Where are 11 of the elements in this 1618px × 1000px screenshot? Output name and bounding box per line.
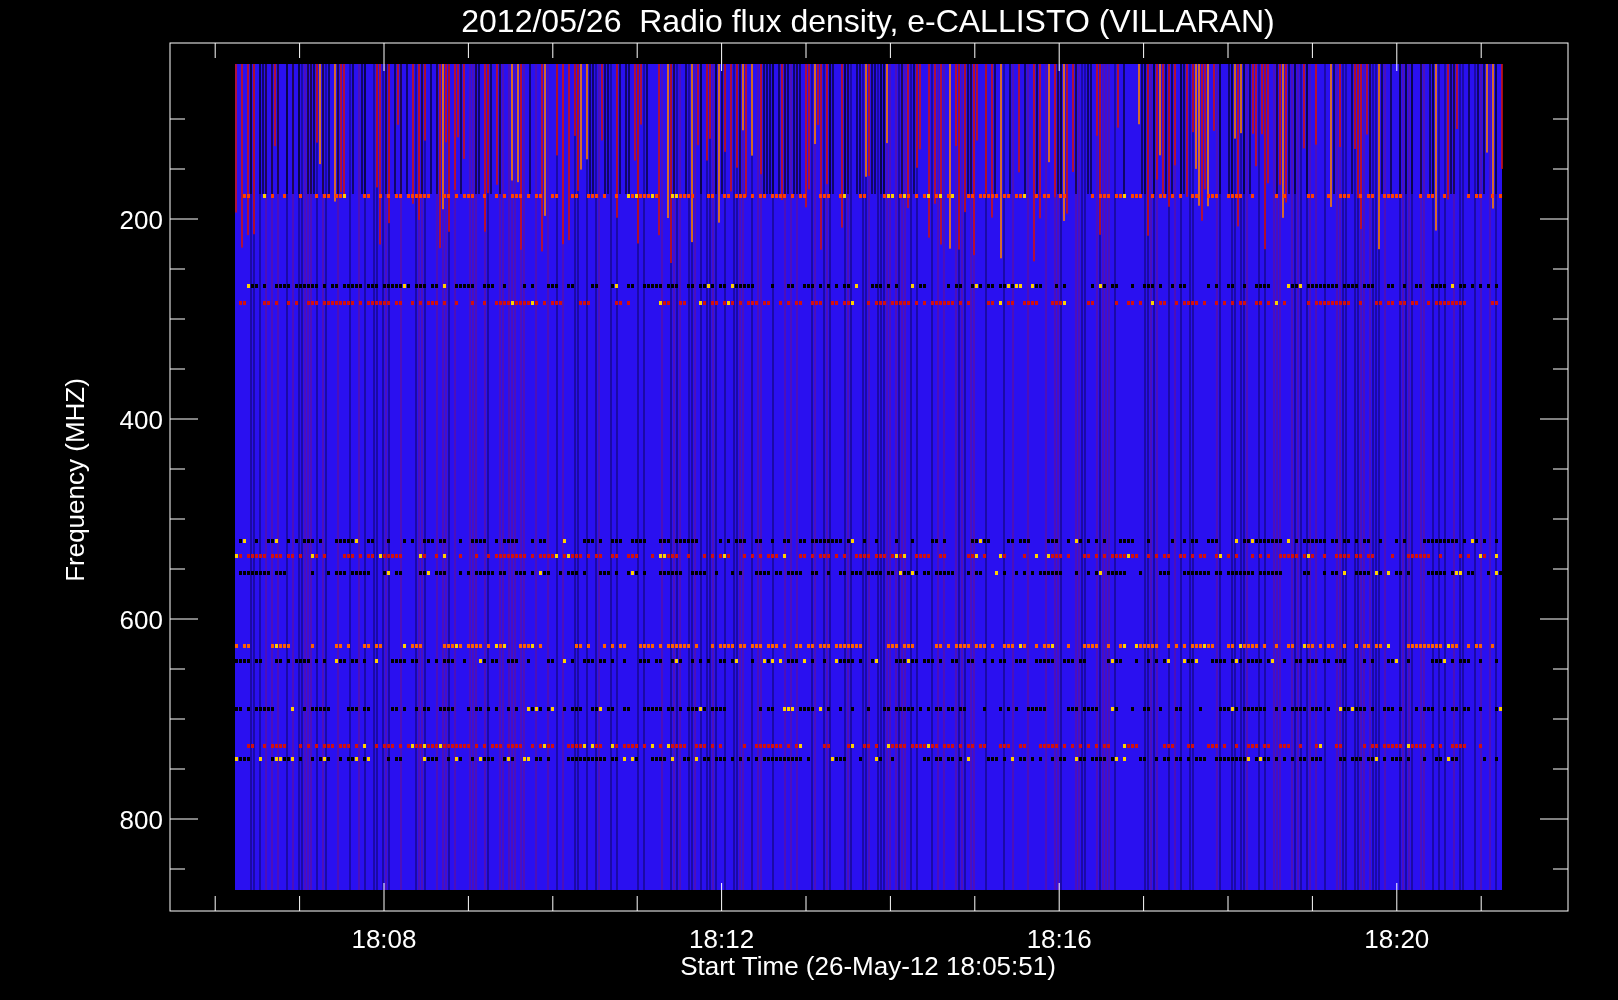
x-tick-label: 18:16 — [1026, 924, 1092, 954]
y-tick-label: 800 — [119, 805, 163, 835]
x-tick-label: 18:20 — [1364, 924, 1430, 954]
chart-title: 2012/05/26 Radio flux density, e-CALLISTO (VILLARAN) — [461, 3, 1275, 39]
y-tick-label: 400 — [119, 405, 163, 435]
y-tick-label: 200 — [119, 205, 163, 235]
y-tick-label: 600 — [119, 605, 163, 635]
x-axis-label: Start Time (26-May-12 18:05:51) — [680, 951, 1056, 981]
x-tick-label: 18:12 — [689, 924, 755, 954]
y-axis-label: Frequency (MHZ) — [60, 378, 90, 582]
x-tick-label: 18:08 — [351, 924, 417, 954]
